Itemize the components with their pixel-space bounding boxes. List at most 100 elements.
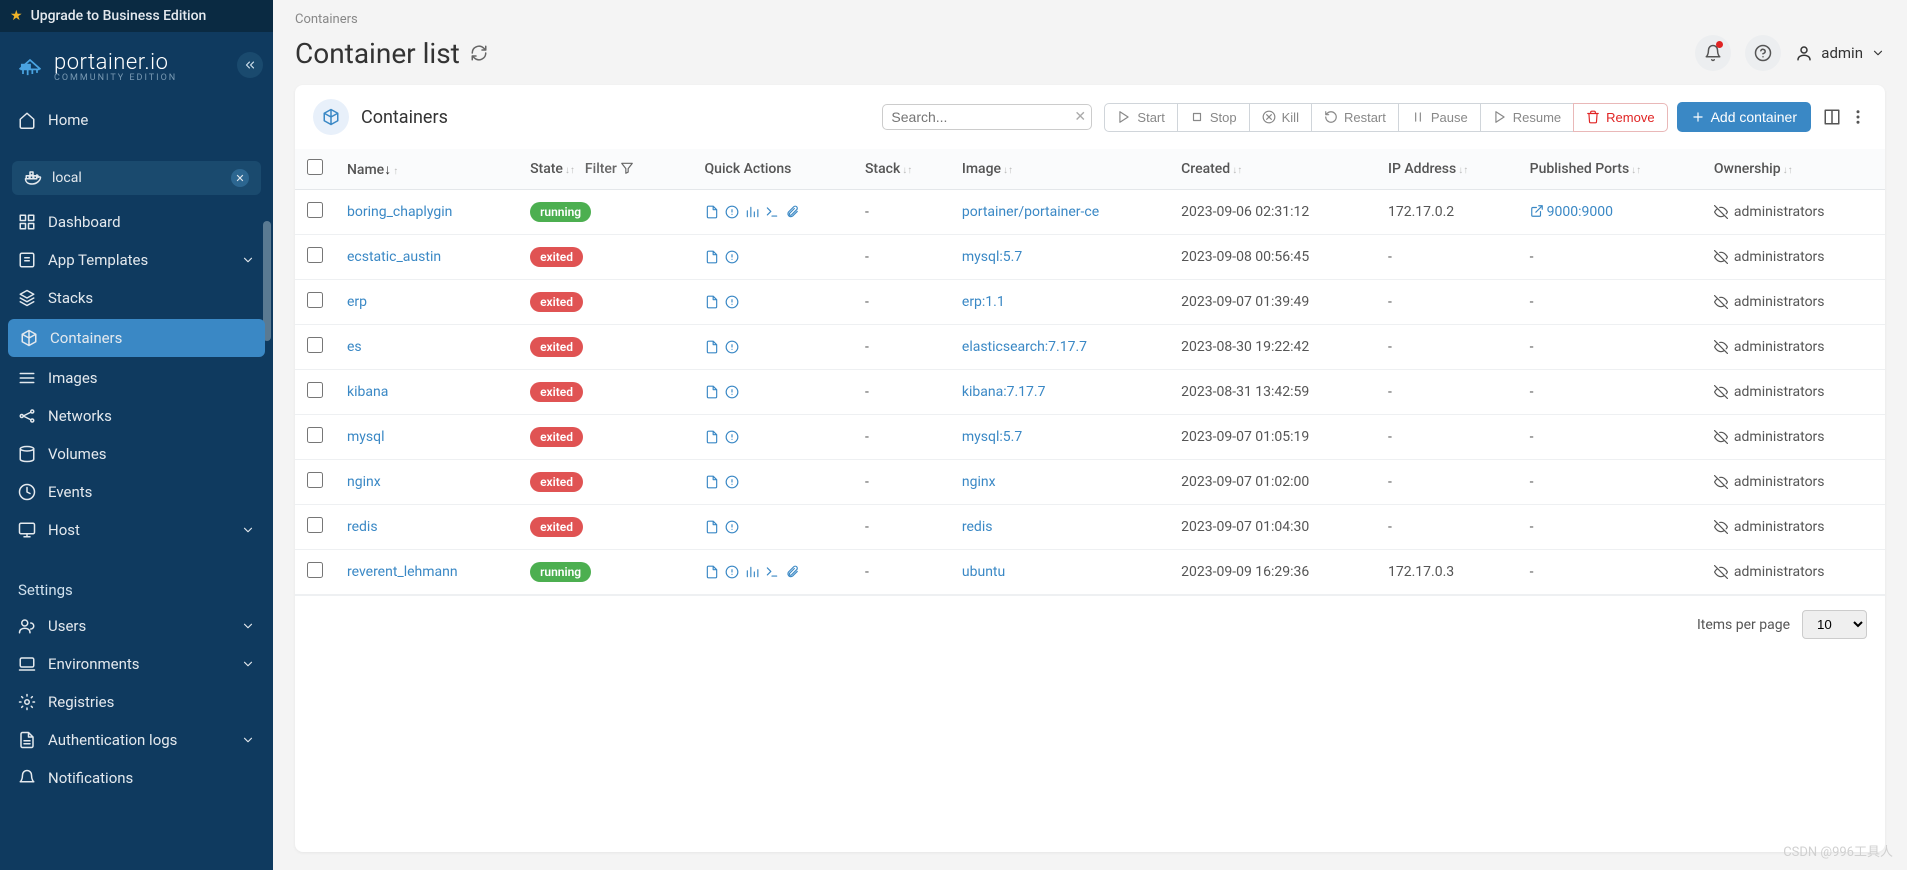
col-ports[interactable]: Published Ports↓↑ — [1518, 149, 1702, 190]
stop-button[interactable]: Stop — [1177, 103, 1250, 132]
logs-icon[interactable] — [705, 565, 719, 579]
image-link[interactable]: redis — [962, 519, 993, 535]
container-name-link[interactable]: nginx — [347, 474, 381, 490]
filter-link[interactable]: Filter — [585, 161, 634, 177]
sidebar-collapse-button[interactable] — [237, 52, 263, 78]
sidebar-item-registries[interactable]: Registries — [0, 683, 273, 721]
row-checkbox[interactable] — [307, 202, 323, 218]
attach-icon[interactable] — [785, 565, 799, 579]
pause-button[interactable]: Pause — [1398, 103, 1481, 132]
col-created[interactable]: Created↓↑ — [1169, 149, 1376, 190]
notifications-button[interactable] — [1695, 35, 1731, 71]
image-link[interactable]: portainer/portainer-ce — [962, 204, 1099, 220]
restart-button[interactable]: Restart — [1311, 103, 1399, 132]
col-stack[interactable]: Stack↓↑ — [853, 149, 950, 190]
search-box[interactable]: ✕ — [882, 104, 1092, 130]
image-link[interactable]: nginx — [962, 474, 996, 490]
environment-close-button[interactable]: ✕ — [231, 169, 249, 187]
container-name-link[interactable]: ecstatic_austin — [347, 249, 441, 265]
inspect-icon[interactable] — [725, 520, 739, 534]
col-name[interactable]: Name↓↑ — [335, 149, 518, 190]
image-link[interactable]: kibana:7.17.7 — [962, 384, 1046, 400]
sidebar-item-containers[interactable]: Containers — [8, 319, 265, 357]
upgrade-banner[interactable]: ★ Upgrade to Business Edition — [0, 0, 273, 32]
search-clear-button[interactable]: ✕ — [1072, 109, 1088, 125]
container-name-link[interactable]: redis — [347, 519, 378, 535]
image-link[interactable]: mysql:5.7 — [962, 429, 1022, 445]
sidebar-item-networks[interactable]: Networks — [0, 397, 273, 435]
container-name-link[interactable]: reverent_lehmann — [347, 564, 458, 580]
inspect-icon[interactable] — [725, 295, 739, 309]
inspect-icon[interactable] — [725, 340, 739, 354]
sidebar-item-notifications[interactable]: Notifications — [0, 759, 273, 797]
sidebar-item-images[interactable]: Images — [0, 359, 273, 397]
logs-icon[interactable] — [705, 295, 719, 309]
inspect-icon[interactable] — [725, 430, 739, 444]
row-checkbox[interactable] — [307, 517, 323, 533]
inspect-icon[interactable] — [725, 385, 739, 399]
sidebar-item-dashboard[interactable]: Dashboard — [0, 203, 273, 241]
brand-logo[interactable]: portainer.io COMMUNITY EDITION — [0, 32, 273, 101]
container-name-link[interactable]: kibana — [347, 384, 388, 400]
stats-icon[interactable] — [745, 565, 759, 579]
logs-icon[interactable] — [705, 385, 719, 399]
port-link[interactable]: 9000:9000 — [1530, 204, 1613, 220]
inspect-icon[interactable] — [725, 565, 739, 579]
container-name-link[interactable]: boring_chaplygin — [347, 204, 452, 220]
row-checkbox[interactable] — [307, 562, 323, 578]
remove-button[interactable]: Remove — [1573, 103, 1667, 132]
logs-icon[interactable] — [705, 205, 719, 219]
row-checkbox[interactable] — [307, 382, 323, 398]
resume-button[interactable]: Resume — [1480, 103, 1574, 132]
col-ip[interactable]: IP Address↓↑ — [1376, 149, 1518, 190]
sidebar-item-users[interactable]: Users — [0, 607, 273, 645]
image-link[interactable]: erp:1.1 — [962, 294, 1005, 310]
stats-icon[interactable] — [745, 205, 759, 219]
user-menu[interactable]: admin — [1795, 44, 1885, 62]
refresh-icon[interactable] — [470, 44, 488, 62]
col-owner[interactable]: Ownership↓↑ — [1702, 149, 1885, 190]
logs-icon[interactable] — [705, 430, 719, 444]
breadcrumb[interactable]: Containers — [273, 0, 1907, 31]
console-icon[interactable] — [765, 205, 779, 219]
inspect-icon[interactable] — [725, 205, 739, 219]
row-checkbox[interactable] — [307, 472, 323, 488]
kill-button[interactable]: Kill — [1249, 103, 1312, 132]
items-per-page-select[interactable]: 10 — [1802, 610, 1867, 639]
add-container-button[interactable]: Add container — [1677, 102, 1811, 132]
col-image[interactable]: Image↓↑ — [950, 149, 1169, 190]
attach-icon[interactable] — [785, 205, 799, 219]
logs-icon[interactable] — [705, 340, 719, 354]
row-checkbox[interactable] — [307, 292, 323, 308]
sidebar-item-app-templates[interactable]: App Templates — [0, 241, 273, 279]
sidebar-item-host[interactable]: Host — [0, 511, 273, 549]
image-link[interactable]: ubuntu — [962, 564, 1005, 580]
logs-icon[interactable] — [705, 475, 719, 489]
sidebar-item-home[interactable]: Home — [0, 101, 273, 139]
help-button[interactable] — [1745, 35, 1781, 71]
sidebar-item-volumes[interactable]: Volumes — [0, 435, 273, 473]
logs-icon[interactable] — [705, 520, 719, 534]
sidebar-item-events[interactable]: Events — [0, 473, 273, 511]
sidebar-item-environments[interactable]: Environments — [0, 645, 273, 683]
select-all-checkbox[interactable] — [307, 159, 323, 175]
inspect-icon[interactable] — [725, 250, 739, 264]
container-name-link[interactable]: es — [347, 339, 362, 355]
col-state[interactable]: State↓↑Filter — [518, 149, 692, 190]
image-link[interactable]: mysql:5.7 — [962, 249, 1022, 265]
environment-selector[interactable]: local ✕ — [12, 161, 261, 195]
start-button[interactable]: Start — [1104, 103, 1177, 132]
container-name-link[interactable]: erp — [347, 294, 367, 310]
inspect-icon[interactable] — [725, 475, 739, 489]
container-name-link[interactable]: mysql — [347, 429, 385, 445]
logs-icon[interactable] — [705, 250, 719, 264]
search-input[interactable] — [891, 109, 1072, 125]
row-checkbox[interactable] — [307, 337, 323, 353]
sidebar-item-stacks[interactable]: Stacks — [0, 279, 273, 317]
console-icon[interactable] — [765, 565, 779, 579]
columns-button[interactable] — [1823, 108, 1841, 126]
image-link[interactable]: elasticsearch:7.17.7 — [962, 339, 1087, 355]
sidebar-item-authentication-logs[interactable]: Authentication logs — [0, 721, 273, 759]
row-checkbox[interactable] — [307, 247, 323, 263]
more-button[interactable] — [1849, 108, 1867, 126]
